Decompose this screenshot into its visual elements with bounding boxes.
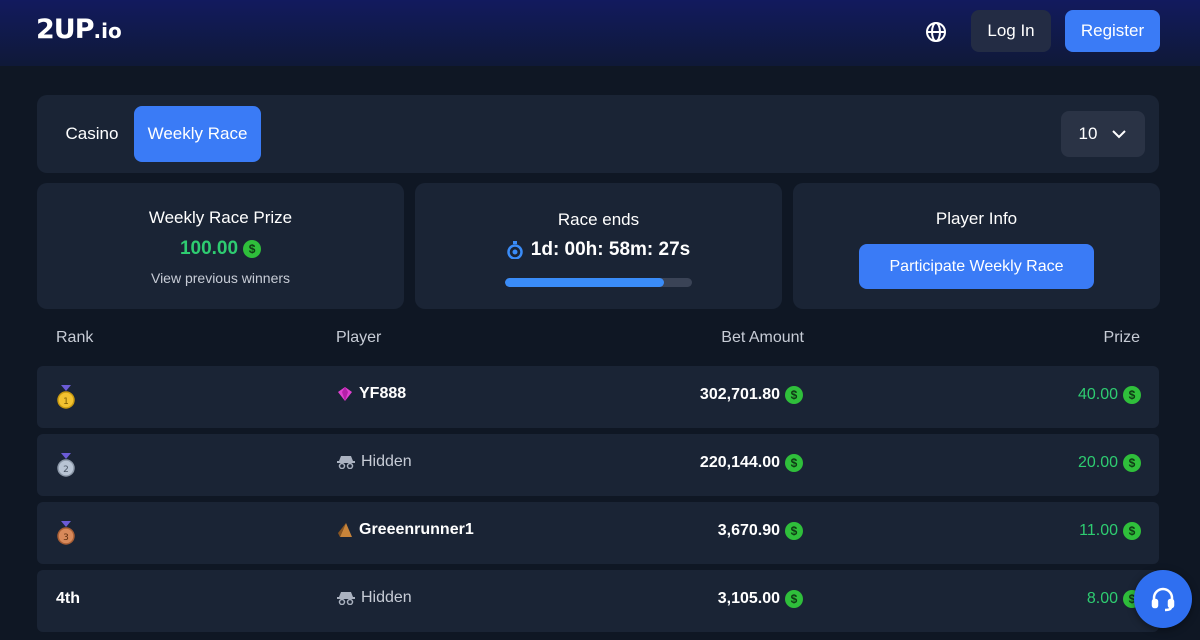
race-timer-card: Race ends 1d: 00h: 58m: 27s xyxy=(415,183,782,309)
bet-amount: 220,144.00 xyxy=(699,454,780,471)
support-chat-button[interactable] xyxy=(1134,570,1192,628)
countdown-text: 1d: 00h: 58m: 27s xyxy=(530,239,691,260)
race-progress-fill xyxy=(505,278,664,287)
prize-value: 40.00 xyxy=(1077,386,1118,403)
dollar-coin-icon: $ xyxy=(785,386,803,404)
table-row: 1 YF888 302,701.80 $ 40.00 $ xyxy=(37,366,1159,428)
player-cell[interactable]: YF888 xyxy=(337,385,406,403)
player-name: Greeenrunner1 xyxy=(359,521,474,538)
page-size-value: 10 xyxy=(1078,124,1098,143)
gold-medal-icon: 1 xyxy=(57,385,75,409)
register-button[interactable]: Register xyxy=(1065,10,1160,52)
bet-amount: 302,701.80 xyxy=(699,386,780,403)
header-bet-amount: Bet Amount xyxy=(721,329,804,346)
prize-amount: 100.00 xyxy=(179,238,239,259)
table-row: 3 Greeenrunner1 3,670.90 $ 11.00 $ xyxy=(37,502,1159,564)
dollar-coin-icon: $ xyxy=(785,454,803,472)
page-size-select[interactable]: 10 xyxy=(1061,111,1145,157)
player-name: YF888 xyxy=(359,385,407,402)
incognito-icon xyxy=(337,456,355,469)
prize-value: 20.00 xyxy=(1077,454,1118,471)
gem-icon xyxy=(338,387,352,401)
participate-button[interactable]: Participate Weekly Race xyxy=(859,244,1094,289)
prize-card-title: Weekly Race Prize xyxy=(148,208,293,227)
player-cell[interactable]: Greeenrunner1 xyxy=(337,521,474,539)
logo-suffix: .io xyxy=(93,19,122,43)
bet-amount-cell: 3,670.90 $ xyxy=(718,522,803,540)
incognito-icon xyxy=(337,592,355,605)
dollar-coin-icon: $ xyxy=(785,590,803,608)
player-info-title: Player Info xyxy=(935,209,1018,228)
header-prize: Prize xyxy=(1103,329,1140,346)
stopwatch-icon xyxy=(507,241,523,259)
race-ends-title: Race ends xyxy=(557,210,640,229)
site-logo[interactable]: 2UP .io xyxy=(36,14,122,45)
player-name: Hidden xyxy=(361,589,412,606)
table-row: 4th Hidden 3,105.00 $ 8.00 $ xyxy=(37,570,1159,632)
silver-medal-icon: 2 xyxy=(57,453,75,477)
headset-icon xyxy=(1151,587,1175,612)
tab-weekly-race[interactable]: Weekly Race xyxy=(134,106,261,162)
prize-cell: 20.00 $ xyxy=(1078,454,1141,472)
player-cell[interactable]: Hidden xyxy=(337,453,412,471)
prize-cell: 8.00 $ xyxy=(1087,590,1141,608)
pyramid-icon xyxy=(338,523,352,537)
player-info-card: Player Info Participate Weekly Race xyxy=(793,183,1160,309)
bet-amount-cell: 220,144.00 $ xyxy=(700,454,803,472)
bronze-medal-icon: 3 xyxy=(57,521,75,545)
rank-text: 4th xyxy=(56,590,80,607)
bet-amount-cell: 3,105.00 $ xyxy=(718,590,803,608)
prize-value: 8.00 xyxy=(1086,590,1118,607)
race-progress-bar xyxy=(505,278,692,287)
dollar-coin-icon: $ xyxy=(1123,454,1141,472)
countdown-row: 1d: 00h: 58m: 27s xyxy=(415,239,782,261)
chevron-down-icon xyxy=(1112,130,1127,139)
bet-amount: 3,105.00 xyxy=(717,590,780,607)
prize-cell: 40.00 $ xyxy=(1078,386,1141,404)
dollar-coin-icon: $ xyxy=(1123,386,1141,404)
prize-value: 11.00 xyxy=(1079,522,1118,539)
dollar-coin-icon: $ xyxy=(1123,522,1141,540)
tab-casino[interactable]: Casino xyxy=(51,106,133,162)
bet-amount: 3,670.90 xyxy=(717,522,780,539)
player-cell[interactable]: Hidden xyxy=(337,589,412,607)
bet-amount-cell: 302,701.80 $ xyxy=(700,386,803,404)
view-previous-winners-link[interactable]: View previous winners xyxy=(37,270,404,286)
header-rank: Rank xyxy=(56,329,94,346)
login-button[interactable]: Log In xyxy=(971,10,1051,52)
race-tabs-bar: Casino Weekly Race 10 xyxy=(37,95,1159,173)
header-player: Player xyxy=(336,329,382,346)
medal-rank-number: 3 xyxy=(63,533,69,543)
medal-rank-number: 1 xyxy=(63,397,69,407)
medal-rank-number: 2 xyxy=(63,465,69,475)
globe-icon[interactable] xyxy=(924,20,948,44)
player-name: Hidden xyxy=(361,453,412,470)
prize-card: Weekly Race Prize 100.00 $ View previous… xyxy=(37,183,404,309)
logo-main: 2UP xyxy=(36,14,94,45)
dollar-coin-icon: $ xyxy=(243,240,262,258)
top-header: 2UP .io Log In Register xyxy=(0,0,1200,66)
prize-cell: 11.00 $ xyxy=(1079,522,1141,540)
prize-amount-row: 100.00 $ xyxy=(37,238,404,260)
dollar-coin-icon: $ xyxy=(785,522,803,540)
table-row: 2 Hidden 220,144.00 $ 20.00 $ xyxy=(37,434,1159,496)
